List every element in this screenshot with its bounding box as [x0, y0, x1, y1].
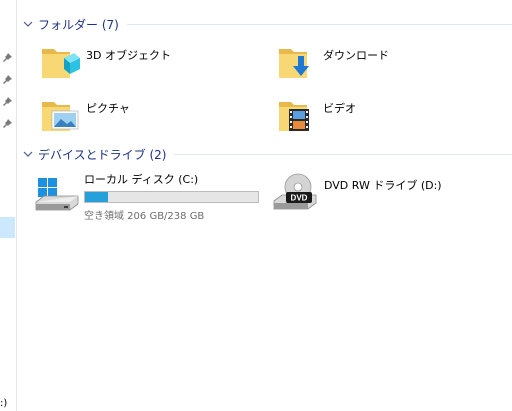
group-title-devices: デバイスとドライブ (2): [38, 147, 167, 162]
drive-free-space: 空き領域 206 GB/238 GB: [84, 211, 205, 222]
chevron-down-icon[interactable]: [22, 148, 34, 160]
dvd-logo-text: DVD: [291, 194, 308, 203]
drive-usage-bar: [84, 191, 259, 203]
pin-icon[interactable]: [2, 74, 13, 85]
pin-icon[interactable]: [2, 118, 13, 129]
drive-label: ローカル ディスク (C:): [84, 173, 199, 186]
nav-item-this-pc-selected[interactable]: [0, 217, 15, 238]
folder-label: ダウンロード: [323, 49, 389, 62]
group-divider-line: [174, 153, 512, 155]
pin-icon[interactable]: [2, 96, 13, 107]
navigation-pane: :): [0, 0, 16, 411]
folder-item-videos[interactable]: ビデオ: [277, 95, 356, 135]
pane-divider[interactable]: [16, 0, 17, 411]
windows-drive-icon: [35, 178, 79, 211]
nav-item-fragment[interactable]: :): [0, 398, 7, 409]
group-header-folders[interactable]: フォルダー (7): [22, 14, 512, 34]
folder-item-3d-objects[interactable]: 3D オブジェクト: [40, 42, 171, 82]
drive-item-dvd[interactable]: DVD DVD RW ドライブ (D:): [272, 173, 442, 213]
pictures-folder-icon: [42, 102, 79, 131]
group-divider-line: [126, 23, 512, 25]
local-disk-details[interactable]: ローカル ディスク (C:) 空き領域 206 GB/238 GB: [84, 171, 264, 222]
dvd-drive-icon: DVD: [273, 173, 317, 210]
chevron-down-icon[interactable]: [22, 18, 34, 30]
group-title-folders: フォルダー (7): [38, 17, 119, 32]
folder-label: ビデオ: [323, 102, 356, 115]
file-explorer-window: :) フォルダー (7) 3D オブジェクト ダウンロード ピクチャ ビデオ デ…: [0, 0, 512, 411]
folder-item-downloads[interactable]: ダウンロード: [277, 42, 389, 82]
pin-icon[interactable]: [2, 52, 13, 63]
downloads-folder-icon: [279, 49, 309, 78]
drive-usage-fill: [85, 192, 109, 202]
group-header-devices[interactable]: デバイスとドライブ (2): [22, 144, 512, 164]
folder-label: ピクチャ: [86, 102, 130, 115]
drive-label: DVD RW ドライブ (D:): [324, 179, 442, 192]
videos-folder-icon: [279, 102, 309, 131]
3d-objects-folder-icon: [42, 49, 80, 78]
folder-label: 3D オブジェクト: [86, 49, 171, 62]
folder-item-pictures[interactable]: ピクチャ: [40, 95, 130, 135]
